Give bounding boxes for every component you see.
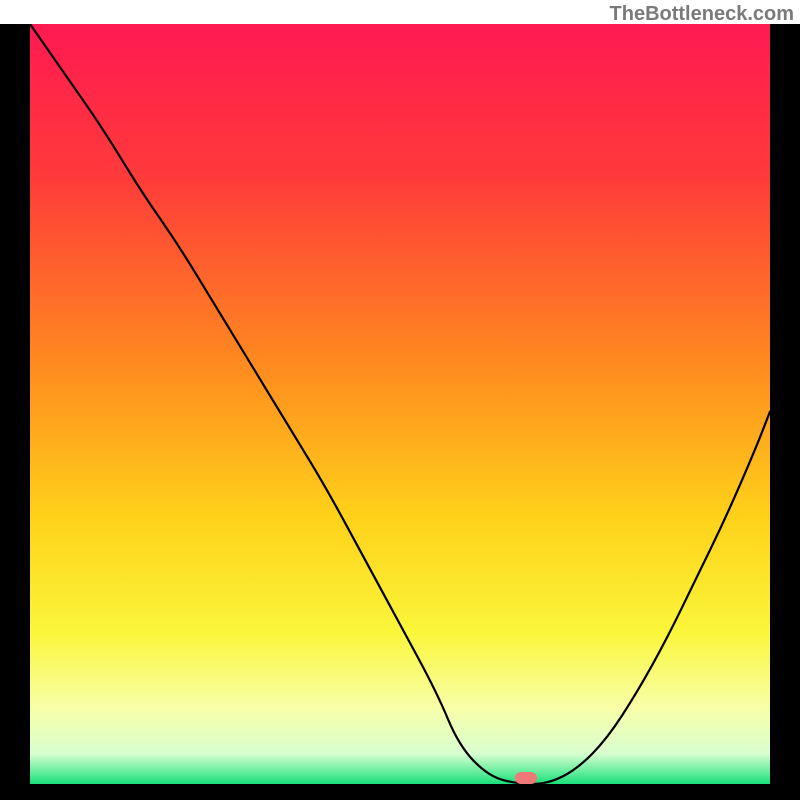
gradient-background <box>30 24 770 784</box>
right-axis-bar <box>770 24 800 784</box>
attribution-label: TheBottleneck.com <box>610 3 794 26</box>
optimal-marker <box>515 772 537 784</box>
chart-container: TheBottleneck.com <box>0 0 800 800</box>
left-axis-bar <box>0 24 30 784</box>
bottom-axis-bar <box>0 784 800 800</box>
bottleneck-chart <box>0 0 800 800</box>
